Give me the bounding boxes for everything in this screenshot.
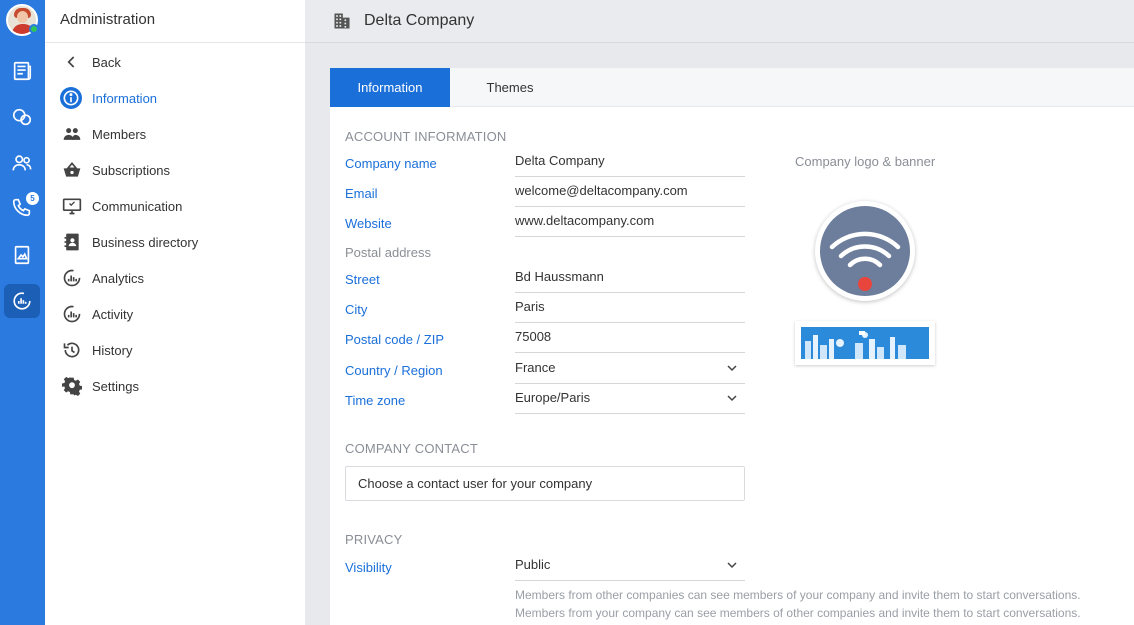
sidebar-item-label: History [92, 342, 133, 358]
sidebar-item-label: Members [92, 126, 147, 142]
website-field[interactable]: www.deltacompany.com [515, 208, 745, 237]
tab-themes[interactable]: Themes [450, 68, 570, 107]
page-header: Delta Company [305, 0, 1134, 43]
activity-icon [60, 302, 84, 326]
sidebar-title: Administration [45, 0, 305, 43]
country-label: Country / Region [345, 363, 443, 378]
timezone-label: Time zone [345, 393, 406, 408]
email-field[interactable]: welcome@deltacompany.com [515, 178, 745, 207]
chevron-down-icon [727, 562, 737, 569]
sidebar-item-label: Subscriptions [92, 162, 171, 178]
sidebar-item-label: Settings [92, 378, 139, 394]
sidebar-item-members[interactable]: Members [60, 120, 146, 148]
monitor-icon [60, 194, 84, 218]
news-icon[interactable] [4, 54, 40, 88]
contact-user-select[interactable]: Choose a contact user for your company [345, 466, 745, 501]
gear-icon [60, 374, 84, 398]
street-field[interactable]: Bd Haussmann [515, 264, 745, 293]
chevron-down-icon [727, 365, 737, 372]
email-label: Email [345, 186, 378, 201]
visibility-label: Visibility [345, 560, 392, 575]
city-label: City [345, 302, 368, 317]
people-icon [60, 122, 84, 146]
company-banner[interactable] [795, 321, 935, 365]
contact-book-icon [60, 230, 84, 254]
sidebar-item-information[interactable]: Information [60, 84, 157, 112]
sidebar-item-label: Information [92, 90, 158, 106]
visibility-value: Public [515, 557, 551, 572]
postal-address-title: Postal address [345, 245, 431, 260]
wifi-logo-icon [820, 206, 910, 296]
visibility-hint-2: Members from your company can see member… [515, 606, 1081, 620]
visibility-hint-1: Members from other companies can see mem… [515, 588, 1081, 602]
building-icon [334, 13, 350, 29]
company-logo[interactable] [815, 201, 915, 301]
sidebar-item-activity[interactable]: Activity [60, 300, 133, 328]
timezone-select[interactable]: Europe/Paris [515, 385, 745, 414]
city-banner-image [801, 327, 929, 359]
website-label: Website [345, 216, 392, 231]
company-info-panel: Information Themes ACCOUNT INFORMATION C… [330, 68, 1134, 625]
sidebar-item-label: Business directory [92, 234, 199, 250]
country-select[interactable]: France [515, 355, 745, 384]
visibility-select[interactable]: Public [515, 552, 745, 581]
admin-sidebar: Administration Back Information Members … [45, 0, 305, 625]
company-name-label: Company name [345, 156, 437, 171]
chevron-down-icon [727, 395, 737, 402]
contacts-icon[interactable] [4, 146, 40, 180]
call-count-badge: 5 [26, 192, 39, 205]
info-icon [60, 87, 82, 109]
sidebar-item-label: Analytics [92, 270, 145, 286]
phone-icon[interactable]: 5 [4, 190, 40, 224]
document-icon[interactable] [4, 238, 40, 272]
sidebar-item-settings[interactable]: Settings [60, 372, 139, 400]
admin-analytics-icon[interactable] [4, 284, 40, 318]
account-section-title: ACCOUNT INFORMATION [345, 129, 507, 144]
zip-label: Postal code / ZIP [345, 332, 444, 347]
sidebar-item-back[interactable]: Back [60, 48, 121, 76]
history-icon [60, 338, 84, 362]
privacy-section-title: PRIVACY [345, 532, 403, 547]
sidebar-item-business-directory[interactable]: Business directory [60, 228, 198, 256]
company-name-field[interactable]: Delta Company [515, 148, 745, 177]
app-rail: 5 [0, 0, 45, 625]
city-field[interactable]: Paris [515, 294, 745, 323]
tab-information[interactable]: Information [330, 68, 450, 107]
country-value: France [515, 360, 556, 375]
sidebar-item-subscriptions[interactable]: Subscriptions [60, 156, 170, 184]
sidebar-item-label: Communication [92, 198, 183, 214]
page-title: Delta Company [364, 12, 475, 29]
basket-icon [60, 158, 84, 182]
sidebar-item-label: Activity [92, 306, 134, 322]
sidebar-item-communication[interactable]: Communication [60, 192, 182, 220]
zip-field[interactable]: 75008 [515, 324, 745, 353]
logo-banner-title: Company logo & banner [795, 154, 936, 169]
presence-status-icon [29, 24, 39, 34]
sidebar-item-history[interactable]: History [60, 336, 132, 364]
tab-bar: Information Themes [330, 68, 1134, 107]
chevron-left-icon [60, 50, 84, 74]
timezone-value: Europe/Paris [515, 390, 591, 405]
sidebar-item-label: Back [92, 54, 121, 70]
bubbles-icon[interactable] [4, 100, 40, 134]
contact-section-title: COMPANY CONTACT [345, 441, 479, 456]
sidebar-item-analytics[interactable]: Analytics [60, 264, 144, 292]
street-label: Street [345, 272, 380, 287]
analytics-icon [60, 266, 84, 290]
